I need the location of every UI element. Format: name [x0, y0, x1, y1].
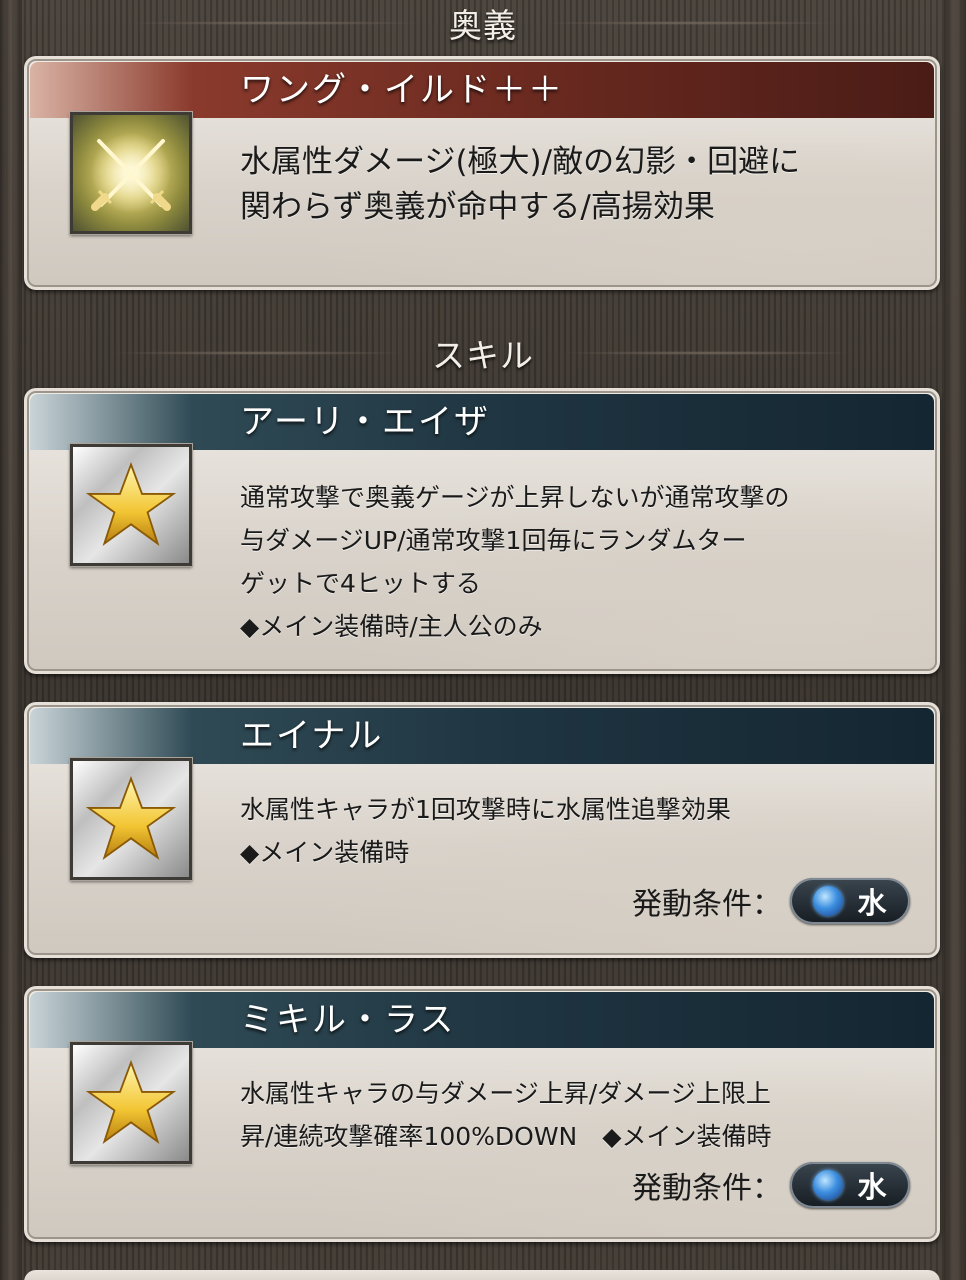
- water-element-badge: 水: [790, 878, 910, 924]
- star-icon: [70, 758, 192, 880]
- ougi-section-title: 奥義: [449, 6, 517, 45]
- skill-description: 水属性キャラの与ダメージ上昇/ダメージ上限上 昇/連続攻撃確率100%DOWN …: [240, 1072, 912, 1158]
- description-line: 水属性キャラの与ダメージ上昇/ダメージ上限上: [240, 1079, 771, 1108]
- description-line: 水属性キャラが1回攻撃時に水属性追撃効果: [240, 795, 731, 824]
- right-frame-border: [944, 0, 966, 1280]
- skill-description: 通常攻撃で奥義ゲージが上昇しないが通常攻撃の 与ダメージUP/通常攻撃1回毎にラ…: [240, 476, 912, 648]
- water-element-badge: 水: [790, 1162, 910, 1208]
- description-line: ◆メイン装備時: [240, 838, 410, 867]
- description-line: 昇/連続攻撃確率100%DOWN ◆メイン装備時: [240, 1122, 772, 1151]
- description-line: 通常攻撃で奥義ゲージが上昇しないが通常攻撃の: [240, 483, 790, 512]
- next-card-edge: [24, 1270, 940, 1280]
- description-line: ◆メイン装備時/主人公のみ: [240, 612, 543, 641]
- left-frame-border: [0, 0, 22, 1280]
- activation-condition: 発動条件： 水: [632, 1162, 910, 1208]
- activation-condition: 発動条件： 水: [632, 878, 910, 924]
- skill-card[interactable]: ミキル・ラス 水属性キャラの与ダメージ上昇/ダメージ上限上 昇/連続攻撃確率10…: [24, 986, 940, 1242]
- skill-section-title: スキル: [432, 336, 534, 375]
- skill-card[interactable]: アーリ・エイザ 通常攻撃で奥義ゲージが上昇しないが通常攻撃の 与ダメージUP/通…: [24, 388, 940, 674]
- description-line: ゲットで4ヒットする: [240, 569, 481, 598]
- skill-description: 水属性キャラが1回攻撃時に水属性追撃効果 ◆メイン装備時: [240, 788, 912, 874]
- water-orb-icon: [813, 886, 844, 916]
- element-label: 水: [857, 886, 887, 920]
- condition-label: 発動条件：: [632, 1171, 782, 1206]
- skill-name: エイナル: [240, 716, 384, 756]
- skill-section-header: スキル: [0, 330, 966, 376]
- description-line: 与ダメージUP/通常攻撃1回毎にランダムター: [240, 526, 747, 555]
- skill-name: ミキル・ラス: [240, 1000, 456, 1040]
- element-label: 水: [857, 1170, 887, 1204]
- description-line: 水属性ダメージ(極大)/敵の幻影・回避に: [240, 144, 801, 180]
- skill-card[interactable]: エイナル 水属性キャラが1回攻撃時に水属性追撃効果 ◆メイン装備時 発動条件： …: [24, 702, 940, 958]
- ougi-card[interactable]: ワング・イルド＋＋ 水属性ダメージ(極大)/敵の幻影・回避に 関わらず奥義が命中…: [24, 56, 940, 290]
- ougi-section-header: 奥義: [0, 0, 966, 46]
- crossed-swords-icon: [70, 112, 192, 234]
- skill-name: アーリ・エイザ: [240, 402, 490, 442]
- skill-card-header: [30, 708, 934, 764]
- star-icon: [70, 444, 192, 566]
- description-line: 関わらず奥義が命中する/高揚効果: [240, 189, 715, 225]
- ougi-description: 水属性ダメージ(極大)/敵の幻影・回避に 関わらず奥義が命中する/高揚効果: [240, 140, 912, 230]
- water-orb-icon: [813, 1170, 844, 1200]
- skill-card-header: [30, 992, 934, 1048]
- condition-label: 発動条件：: [632, 887, 782, 922]
- star-icon: [70, 1042, 192, 1164]
- ougi-name: ワング・イルド＋＋: [240, 70, 564, 110]
